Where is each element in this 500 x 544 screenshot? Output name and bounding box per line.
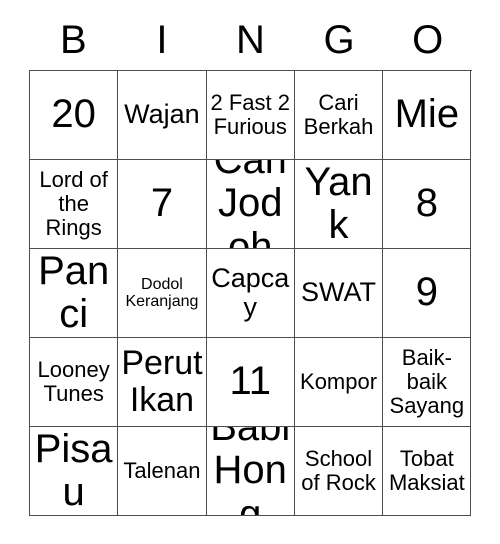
bingo-row: Pisau Talenan Babi Hong School of Rock T… [30,427,472,516]
bingo-header-letter-g: G [323,18,355,62]
bingo-cell-label: Panci [38,249,110,336]
bingo-row: Looney Tunes Perut Ikan 11 Kompor Baik-b… [30,338,472,427]
bingo-cell[interactable]: 8 [383,160,472,249]
bingo-cell[interactable]: SWAT [294,249,384,338]
bingo-cell-label: 20 [51,92,96,137]
bingo-header-letter-n: N [236,18,265,62]
bingo-header-row: B I N G O [29,10,472,70]
bingo-cell-label: Looney Tunes [37,357,110,406]
bingo-cell[interactable]: Talenan [118,427,207,516]
bingo-cell[interactable]: 2 Fast 2 Furious [206,71,295,160]
bingo-cell-label: 2 Fast 2 Furious [210,90,290,139]
bingo-header-letter-b: B [59,18,87,62]
bingo-cell[interactable]: Kompor [294,338,384,427]
bingo-cell[interactable]: Tobat Maksiat [383,427,472,516]
bingo-cell-label: Tobat Maksiat [388,446,465,495]
bingo-cell[interactable]: Cari Berkah [294,71,384,160]
bingo-cell-label: Lord of the Rings [39,167,108,240]
bingo-header-letter-i: I [156,18,168,62]
bingo-cell[interactable]: Cari Jodoh [206,160,295,249]
bingo-cell[interactable]: Wajan [118,71,207,160]
bingo-row: Lord of the Rings 7 Cari Jodoh Yank 8 [30,160,472,249]
bingo-cell[interactable]: Babi Hong [206,427,295,516]
bingo-cell-label: 11 [229,359,271,404]
bingo-header-letter-o: O [412,18,444,62]
bingo-grid: 20 Wajan 2 Fast 2 Furious Cari Berkah Mi… [29,70,472,516]
bingo-cell[interactable]: Perut Ikan [118,338,207,427]
bingo-cell[interactable]: Baik-baik Sayang [383,338,472,427]
bingo-cell[interactable]: Yank [294,160,384,249]
bingo-cell-label: 8 [415,181,438,226]
bingo-row: Panci Dodol Keranjang Capcay SWAT 9 [30,249,472,338]
bingo-cell-label: Baik-baik Sayang [389,345,465,418]
bingo-cell[interactable]: Looney Tunes [30,338,119,427]
bingo-cell[interactable]: Mie [383,71,472,160]
bingo-cell[interactable]: Dodol Keranjang [118,249,207,338]
bingo-cell[interactable]: 20 [30,71,119,160]
bingo-cell-label: Perut Ikan [121,344,203,419]
bingo-cell-label: Cari Berkah [303,90,374,139]
bingo-cell-label: 7 [150,181,174,226]
bingo-cell-label: Mie [394,92,460,137]
bingo-cell[interactable]: Lord of the Rings [30,160,119,249]
bingo-cell[interactable]: 9 [383,249,472,338]
bingo-row: 20 Wajan 2 Fast 2 Furious Cari Berkah Mi… [30,71,472,160]
bingo-cell-label: Kompor [300,369,378,395]
bingo-cell-label: Capcay [211,262,290,322]
bingo-cell-label: Pisau [34,427,113,514]
bingo-cell-label: Yank [304,160,373,247]
bingo-card: B I N G O 20 Wajan 2 Fast 2 Furious Cari… [29,10,472,516]
bingo-cell[interactable]: Capcay [206,249,295,338]
bingo-cell-label: 9 [415,270,438,315]
bingo-cell-label: School of Rock [301,446,376,495]
bingo-cell-label: SWAT [301,277,377,308]
bingo-cell-label: Talenan [123,458,201,484]
bingo-cell[interactable]: School of Rock [294,427,384,516]
bingo-cell[interactable]: Panci [30,249,119,338]
bingo-cell[interactable]: 7 [118,160,207,249]
bingo-cell[interactable]: Pisau [30,427,119,516]
bingo-cell-label: Babi Hong [210,427,291,516]
bingo-cell-label: Wajan [124,99,200,130]
bingo-cell[interactable]: 11 [206,338,295,427]
bingo-cell-label: Dodol Keranjang [125,275,199,310]
bingo-cell-label: Cari Jodoh [213,160,287,249]
